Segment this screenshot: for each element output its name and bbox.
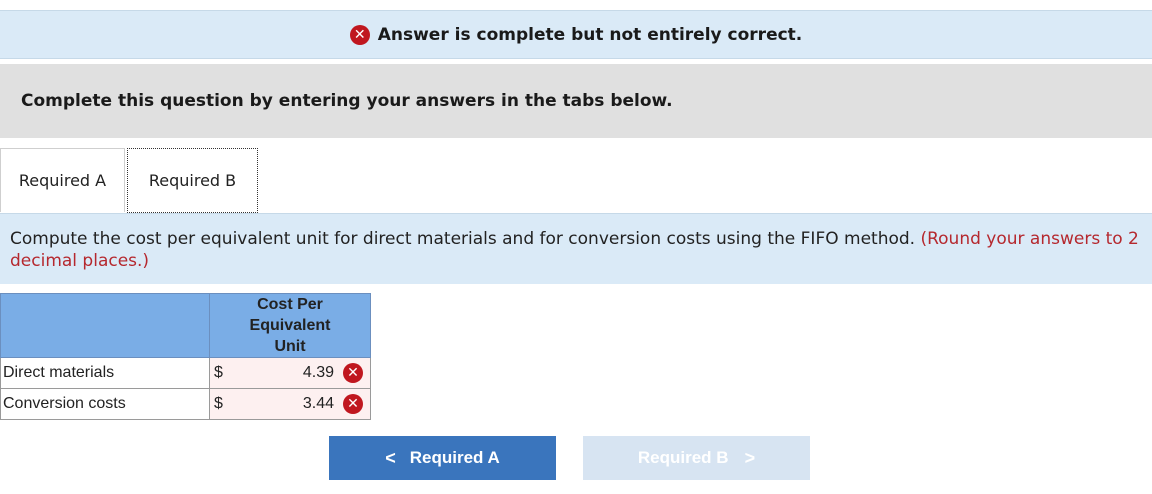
- previous-button[interactable]: < Required A: [329, 436, 556, 480]
- prompt-text: Compute the cost per equivalent unit for…: [10, 229, 916, 249]
- answer-value: 4.39: [302, 364, 334, 381]
- answer-input-conversion-costs[interactable]: $ 3.44 ✕: [209, 388, 371, 420]
- header-blank-cell: [0, 293, 210, 358]
- result-banner: ✕ Answer is complete but not entirely co…: [0, 10, 1152, 59]
- answer-value: 3.44: [302, 395, 334, 412]
- table-row: Direct materials $ 4.39 ✕: [0, 357, 371, 389]
- instruction-bar: Complete this question by entering your …: [0, 64, 1152, 138]
- table-row: Conversion costs $ 3.44 ✕: [0, 388, 371, 420]
- next-button[interactable]: Required B >: [583, 436, 810, 480]
- column-header-cost-per-unit: Cost Per Equivalent Unit: [209, 293, 371, 358]
- answer-table: Cost Per Equivalent Unit Direct material…: [0, 293, 371, 420]
- incorrect-icon: ✕: [343, 363, 363, 383]
- result-message: Answer is complete but not entirely corr…: [377, 24, 803, 45]
- question-prompt: Compute the cost per equivalent unit for…: [0, 213, 1152, 284]
- currency-symbol: $: [214, 364, 223, 381]
- answer-input-direct-materials[interactable]: $ 4.39 ✕: [209, 357, 371, 389]
- previous-button-label: Required A: [409, 448, 500, 467]
- chevron-right-icon: >: [744, 447, 756, 468]
- tab-required-b[interactable]: Required B: [127, 148, 258, 213]
- column-header-line: Cost Per: [257, 296, 323, 313]
- chevron-left-icon: <: [385, 447, 396, 468]
- currency-symbol: $: [214, 395, 223, 412]
- row-label-conversion-costs: Conversion costs: [0, 388, 210, 420]
- incorrect-icon: ✕: [349, 24, 370, 45]
- row-label-direct-materials: Direct materials: [0, 357, 210, 389]
- incorrect-icon: ✕: [343, 394, 363, 414]
- tab-label: Required B: [148, 171, 237, 190]
- tab-label: Required A: [18, 171, 107, 190]
- next-button-label: Required B: [637, 448, 729, 467]
- column-header-line: Equivalent: [249, 317, 331, 334]
- column-header-line: Unit: [274, 338, 306, 355]
- tab-required-a[interactable]: Required A: [0, 148, 125, 212]
- instruction-text: Complete this question by entering your …: [21, 91, 673, 111]
- tab-bar: Required A Required B: [0, 148, 1152, 214]
